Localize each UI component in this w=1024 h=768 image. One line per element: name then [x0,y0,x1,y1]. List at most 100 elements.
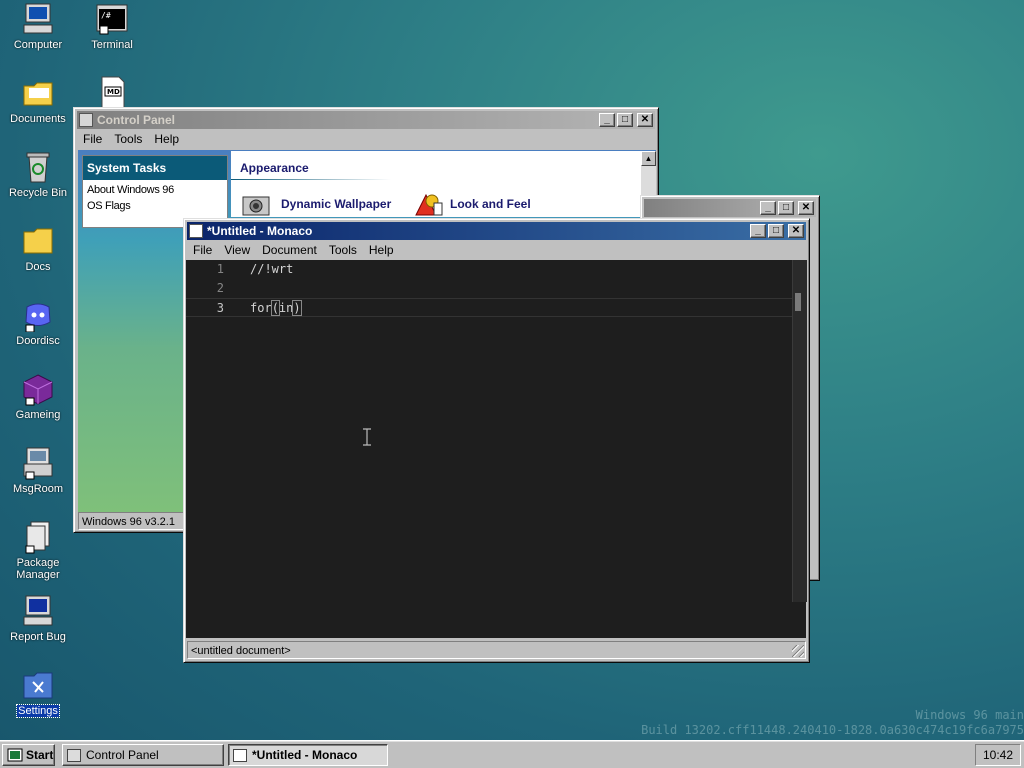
menu-file[interactable]: File [77,132,108,146]
gameing-cube-icon [21,372,55,406]
taskbar-item-monaco[interactable]: *Untitled - Monaco [228,744,388,766]
desktop-icon-label: Gameing [15,409,61,421]
editor-scrollbar[interactable] [792,260,807,602]
menu-view[interactable]: View [218,243,256,257]
control-panel-icon [79,113,93,127]
desktop-icon-label: Package Manager [16,557,60,581]
window-title: *Untitled - Monaco [207,224,313,238]
desktop-icon-terminal[interactable]: /# Terminal [78,2,146,51]
option-label: Dynamic Wallpaper [281,197,392,211]
line-code: //!wrt [250,262,294,276]
minimize-button[interactable]: _ [760,201,776,215]
package-manager-icon [21,520,55,554]
markdown-file-icon: MD [95,76,129,110]
code-keyword: for [250,301,272,315]
taskbar-clock[interactable]: 10:42 [975,744,1021,766]
minimize-button[interactable]: _ [750,224,766,238]
maximize-button[interactable]: □ [768,224,784,238]
desktop-icon-package-manager[interactable]: Package Manager [4,520,72,581]
os-flags-link[interactable]: OS Flags [83,196,227,212]
desktop-icon-computer[interactable]: Computer [4,2,72,51]
menu-file[interactable]: File [187,243,218,257]
computer-icon [21,2,55,36]
build-watermark-line2: Build 13202.cff11448.240410-1828.0a630c4… [641,723,1024,737]
look-and-feel-option[interactable]: Look and Feel [412,191,531,217]
editor-titlebar[interactable]: *Untitled - Monaco _ □ ✕ [187,222,806,240]
close-button[interactable]: ✕ [788,224,804,238]
code-text: in [278,301,294,315]
notepad-icon [233,748,247,762]
control-panel-menubar: File Tools Help [77,129,655,149]
desktop-icon-recycle-bin[interactable]: Recycle Bin [4,150,72,199]
line-number: 3 [216,301,224,315]
section-divider [231,179,391,180]
option-label: Look and Feel [450,197,531,211]
taskbar-item-label: *Untitled - Monaco [252,748,358,762]
editor-menubar: File View Document Tools Help [187,240,806,260]
desktop-icon-label: Terminal [91,39,133,51]
resize-grip-icon[interactable] [792,645,804,657]
recycle-bin-icon [21,150,55,184]
maximize-button[interactable]: □ [617,113,633,127]
close-button[interactable]: ✕ [637,113,653,127]
menu-help[interactable]: Help [148,132,185,146]
code-line: 1 //!wrt [186,260,792,279]
notepad-icon [189,224,203,238]
desktop-icon-label: Doordisc [16,335,60,347]
folder-documents-icon [21,76,55,110]
appearance-heading: Appearance [240,161,309,175]
desktop-icon-documents[interactable]: Documents [4,76,72,125]
taskbar-item-control-panel[interactable]: Control Panel [62,744,224,766]
folder-icon [21,224,55,258]
bracket-open: ( [270,300,280,316]
md-file-text: MD [107,88,120,96]
about-windows-link[interactable]: About Windows 96 [83,180,227,196]
menu-tools[interactable]: Tools [323,243,363,257]
close-button[interactable]: ✕ [798,201,814,215]
desktop-icon-gameing[interactable]: Gameing [4,372,72,421]
code-editor[interactable]: 1 //!wrt 2 3 for(in) [186,260,807,638]
control-panel-titlebar[interactable]: Control Panel _ □ ✕ [77,111,655,129]
msgroom-icon [21,446,55,480]
menu-tools[interactable]: Tools [108,132,148,146]
minimize-button[interactable]: _ [599,113,615,127]
desktop-icon-label: Docs [25,261,51,273]
desktop-icon-label: Report Bug [10,631,66,643]
desktop-icon-doordisc[interactable]: Doordisc [4,298,72,347]
line-number: 2 [216,281,224,295]
code-line-current: 3 for(in) [186,298,792,317]
control-panel-status: Windows 96 v3.2.1 [78,512,186,530]
menu-help[interactable]: Help [363,243,400,257]
start-label: Start [26,748,54,762]
maximize-button[interactable]: □ [778,201,794,215]
control-panel-icon [67,748,81,762]
taskbar-item-label: Control Panel [86,748,159,762]
text-cursor-icon [363,428,371,446]
background-window-titlebar[interactable]: _ □ ✕ [644,199,816,217]
window-title: Control Panel [97,113,176,127]
paint-palette-icon [415,193,443,216]
desktop-icon-docs[interactable]: Docs [4,224,72,273]
desktop-icon-label: Recycle Bin [8,187,68,199]
bracket-close: ) [292,300,302,316]
report-bug-icon [21,594,55,628]
menu-document[interactable]: Document [256,243,323,257]
desktop-icon-settings[interactable]: Settings [4,668,72,718]
terminal-icon: /# [95,2,129,36]
desktop-icon-msgroom[interactable]: MsgRoom [4,446,72,495]
system-tasks-header: System Tasks [83,156,227,180]
svg-text:/#: /# [101,11,111,20]
dynamic-wallpaper-option[interactable]: Dynamic Wallpaper [241,191,391,217]
editor-status: <untitled document> [187,641,806,659]
build-watermark-line1: Windows 96 main [915,708,1024,722]
start-icon [7,748,23,762]
start-button[interactable]: Start [2,744,55,766]
camera-icon [242,196,270,216]
desktop-icon-report-bug[interactable]: Report Bug [4,594,72,643]
appearance-panel: Appearance Dynamic Wallpaper Look and Fe… [231,151,656,217]
scroll-thumb[interactable] [795,293,801,311]
scroll-up-icon[interactable]: ▲ [641,151,656,166]
settings-icon [21,668,55,702]
doordisc-icon [21,298,55,333]
desktop-icon-label: MsgRoom [12,483,64,495]
